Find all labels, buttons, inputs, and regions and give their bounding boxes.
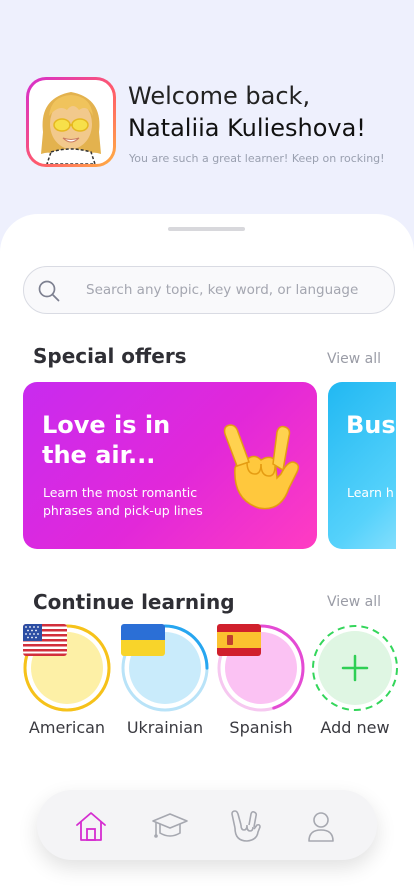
rock-hand-emoji-icon	[223, 424, 300, 510]
special-offers-view-all-link[interactable]: View all	[327, 351, 381, 367]
profile-header: Welcome back, Nataliia Kulieshova! You a…	[26, 77, 396, 177]
language-label: American	[28, 718, 106, 737]
offers-carousel[interactable]: Love is in the air... Learn the most rom…	[23, 382, 396, 550]
offer-description: Learn h true bus	[347, 485, 396, 500]
progress-ring	[121, 624, 209, 712]
nav-courses[interactable]	[151, 808, 188, 844]
search-icon	[38, 280, 60, 302]
rock-hand-icon	[231, 810, 261, 842]
offer-card-love[interactable]: Love is in the air... Learn the most rom…	[23, 382, 317, 549]
nav-slang[interactable]	[227, 808, 263, 844]
language-item-american[interactable]: American	[23, 624, 111, 744]
progress-ring	[217, 624, 305, 712]
add-ring	[311, 624, 399, 712]
welcome-text: Welcome back,	[128, 82, 311, 110]
home-icon	[76, 812, 106, 841]
profile-icon	[308, 812, 334, 842]
language-item-spanish[interactable]: Spanish	[217, 624, 305, 744]
us-flag-icon	[23, 624, 67, 656]
special-offers-title: Special offers	[33, 344, 187, 368]
continue-learning-view-all-link[interactable]: View all	[327, 594, 381, 610]
search-bar[interactable]	[23, 266, 395, 314]
add-language-button[interactable]: Add new	[311, 624, 399, 744]
user-name: Nataliia Kulieshova!	[128, 114, 366, 142]
offer-title: Love is in the air...	[42, 411, 171, 469]
sheet-handle[interactable]	[168, 227, 245, 231]
memoji-avatar-icon	[41, 92, 101, 164]
progress-ring	[23, 624, 111, 712]
bottom-nav	[37, 790, 377, 860]
search-input[interactable]	[86, 267, 376, 313]
es-flag-icon	[217, 624, 261, 656]
offer-title: Busi slan	[346, 411, 396, 439]
avatar[interactable]	[26, 77, 116, 167]
language-label: Ukrainian	[126, 718, 204, 737]
language-label: Add new	[320, 718, 390, 737]
graduation-cap-icon	[152, 813, 188, 838]
nav-home[interactable]	[73, 808, 109, 844]
continue-learning-title: Continue learning	[33, 590, 235, 614]
subtitle-text: You are such a great learner! Keep on ro…	[129, 152, 385, 165]
language-label: Spanish	[229, 718, 293, 737]
language-list: American Ukrainian Spanish Add new	[23, 624, 403, 744]
offer-card-business[interactable]: Busi slan Learn h true bus	[328, 382, 396, 549]
nav-profile[interactable]	[303, 808, 339, 844]
ua-flag-icon	[121, 624, 165, 656]
language-item-ukrainian[interactable]: Ukrainian	[121, 624, 209, 744]
